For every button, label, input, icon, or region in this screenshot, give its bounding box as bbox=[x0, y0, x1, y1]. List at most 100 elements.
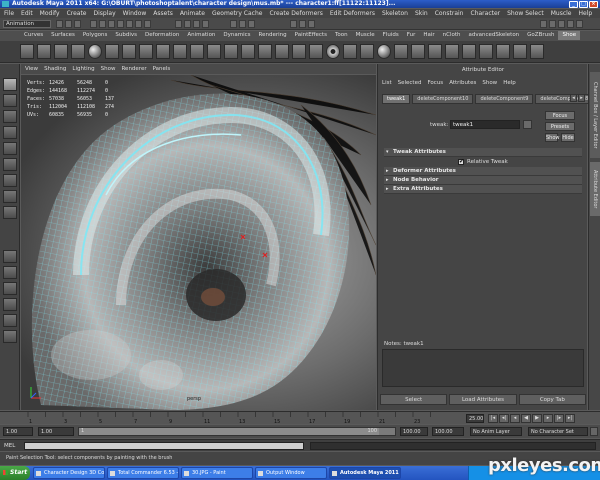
copy-tab-button[interactable]: Copy Tab bbox=[518, 394, 586, 405]
step-back-icon[interactable]: ◂ bbox=[510, 414, 520, 423]
shelf-tab-curves[interactable]: Curves bbox=[20, 31, 47, 40]
shelf-tool-icon[interactable] bbox=[224, 44, 238, 59]
shelf-tab-polygons[interactable]: Polygons bbox=[79, 31, 111, 40]
relative-tweak-checkbox[interactable] bbox=[458, 157, 464, 167]
save-scene-icon[interactable] bbox=[74, 20, 81, 28]
section-node-behavior[interactable]: ▸ Node Behavior bbox=[384, 176, 582, 185]
menu-create[interactable]: Create bbox=[67, 9, 87, 18]
viewport-menu-renderer[interactable]: Renderer bbox=[121, 64, 146, 74]
last-tool-icon[interactable] bbox=[3, 206, 17, 219]
taskbar-item[interactable]: Character Design 3D Co... bbox=[33, 467, 105, 479]
close-button[interactable]: × bbox=[589, 0, 598, 8]
menu-assets[interactable]: Assets bbox=[153, 9, 173, 18]
ae-menu-selected[interactable]: Selected bbox=[398, 80, 422, 86]
shelf-tool-icon[interactable] bbox=[173, 44, 187, 59]
mask-icon[interactable] bbox=[144, 20, 151, 28]
viewport-menu-show[interactable]: Show bbox=[101, 64, 116, 74]
current-frame-field[interactable]: 25.00 bbox=[466, 414, 484, 423]
menu-skeleton[interactable]: Skeleton bbox=[382, 9, 408, 18]
shelf-tool-icon[interactable] bbox=[54, 44, 68, 59]
shelf-tool-icon[interactable] bbox=[394, 44, 408, 59]
shelf-tool-icon[interactable] bbox=[309, 44, 323, 59]
toggle-panel-icon[interactable] bbox=[576, 20, 583, 28]
menu-create-deformers[interactable]: Create Deformers bbox=[269, 9, 322, 18]
shelf-tab-shoe[interactable]: Shoe bbox=[558, 31, 581, 40]
taskbar-item[interactable]: 30.JPG - Paint bbox=[181, 467, 253, 479]
mask-icon[interactable] bbox=[126, 20, 133, 28]
shelf-tool-icon[interactable] bbox=[275, 44, 289, 59]
focus-button[interactable]: Focus bbox=[545, 111, 575, 120]
select-component-icon[interactable] bbox=[108, 20, 115, 28]
ae-menu-focus[interactable]: Focus bbox=[427, 80, 443, 86]
sphere-icon[interactable] bbox=[377, 44, 391, 59]
mask-icon[interactable] bbox=[117, 20, 124, 28]
select-hierarchy-icon[interactable] bbox=[90, 20, 97, 28]
ae-menu-show[interactable]: Show bbox=[482, 80, 497, 86]
play-backwards-icon[interactable]: ◀ bbox=[521, 414, 531, 423]
toggle-panel-icon[interactable] bbox=[549, 20, 556, 28]
lasso-tool-icon[interactable] bbox=[3, 94, 17, 107]
shelf-tool-icon[interactable] bbox=[37, 44, 51, 59]
section-extra-attributes[interactable]: ▸ Extra Attributes bbox=[384, 185, 582, 194]
shelf-tab-fur[interactable]: Fur bbox=[403, 31, 420, 40]
menu-edit[interactable]: Edit bbox=[21, 9, 33, 18]
shelf-tab-animation[interactable]: Animation bbox=[183, 31, 219, 40]
shelf-tool-icon[interactable] bbox=[360, 44, 374, 59]
shelf-tool-icon[interactable] bbox=[20, 44, 34, 59]
end-time-field[interactable]: 100.00 bbox=[432, 427, 464, 436]
taskbar-item[interactable]: Total Commander 6.53 -... bbox=[107, 467, 179, 479]
shelf-tab-deformation[interactable]: Deformation bbox=[141, 31, 183, 40]
start-time-field[interactable]: 1.00 bbox=[3, 427, 33, 436]
shelf-tool-icon[interactable] bbox=[428, 44, 442, 59]
ipr-render-icon[interactable] bbox=[299, 20, 306, 28]
shelf-tab-muscle[interactable]: Muscle bbox=[352, 31, 379, 40]
presets-button[interactable]: Presets bbox=[545, 122, 575, 131]
menu-set-dropdown[interactable]: Animation bbox=[3, 20, 51, 28]
menu-show-select[interactable]: Show Select bbox=[507, 9, 544, 18]
shelf-tool-icon[interactable] bbox=[105, 44, 119, 59]
menu-modify[interactable]: Modify bbox=[40, 9, 60, 18]
menu-muscle[interactable]: Muscle bbox=[551, 9, 572, 18]
notes-field[interactable] bbox=[382, 349, 584, 387]
menu-constrain[interactable]: Constrain bbox=[435, 9, 464, 18]
render-icon[interactable] bbox=[290, 20, 297, 28]
shelf-tool-icon[interactable] bbox=[207, 44, 221, 59]
preferences-icon[interactable] bbox=[590, 427, 598, 436]
soft-mod-tool-icon[interactable] bbox=[3, 190, 17, 203]
shelf-tool-icon[interactable] bbox=[190, 44, 204, 59]
shelf-tool-icon[interactable] bbox=[71, 44, 85, 59]
scale-tool-icon[interactable] bbox=[3, 158, 17, 171]
tab-scroll-left-icon[interactable]: ◂ bbox=[570, 94, 577, 102]
select-object-icon[interactable] bbox=[99, 20, 106, 28]
menu-window[interactable]: Window bbox=[123, 9, 147, 18]
history-icon[interactable] bbox=[248, 20, 255, 28]
load-attributes-button[interactable]: Load Attributes bbox=[449, 394, 517, 405]
toggle-panel-icon[interactable] bbox=[567, 20, 574, 28]
render-settings-icon[interactable] bbox=[308, 20, 315, 28]
shelf-tool-icon[interactable] bbox=[479, 44, 493, 59]
menu-edit-deformers[interactable]: Edit Deformers bbox=[330, 9, 375, 18]
section-tweak-attributes[interactable]: ▾ Tweak Attributes bbox=[384, 148, 582, 157]
character-set-dropdown[interactable]: No Character Set bbox=[528, 427, 588, 436]
play-forwards-icon[interactable]: ▶ bbox=[532, 414, 542, 423]
shelf-tool-icon[interactable] bbox=[445, 44, 459, 59]
go-to-end-icon[interactable]: ▸| bbox=[565, 414, 575, 423]
viewport-menu-panels[interactable]: Panels bbox=[153, 64, 171, 74]
select-button[interactable]: Select bbox=[380, 394, 448, 405]
node-select-button[interactable] bbox=[523, 120, 532, 129]
shelf-tab-toon[interactable]: Toon bbox=[331, 31, 352, 40]
ae-tab-deletecomponent9[interactable]: deleteComponent9 bbox=[475, 94, 534, 104]
snap-point-icon[interactable] bbox=[193, 20, 200, 28]
shelf-tool-icon[interactable] bbox=[496, 44, 510, 59]
shelf-tab-ncloth[interactable]: nCloth bbox=[439, 31, 465, 40]
layout-outliner-icon[interactable] bbox=[3, 298, 17, 311]
shelf-tab-fluids[interactable]: Fluids bbox=[379, 31, 403, 40]
viewport-menu-view[interactable]: View bbox=[25, 64, 38, 74]
manipulator-tool-icon[interactable] bbox=[3, 174, 17, 187]
shelf-tool-icon[interactable] bbox=[462, 44, 476, 59]
command-language-label[interactable]: MEL bbox=[4, 442, 15, 450]
window-title-bar[interactable]: Autodesk Maya 2011 x64: G:\OBURT\photosh… bbox=[0, 0, 600, 8]
channel-box-tab[interactable]: Channel Box / Layer Editor bbox=[590, 72, 600, 158]
ae-menu-list[interactable]: List bbox=[382, 80, 392, 86]
snap-curve-icon[interactable] bbox=[184, 20, 191, 28]
